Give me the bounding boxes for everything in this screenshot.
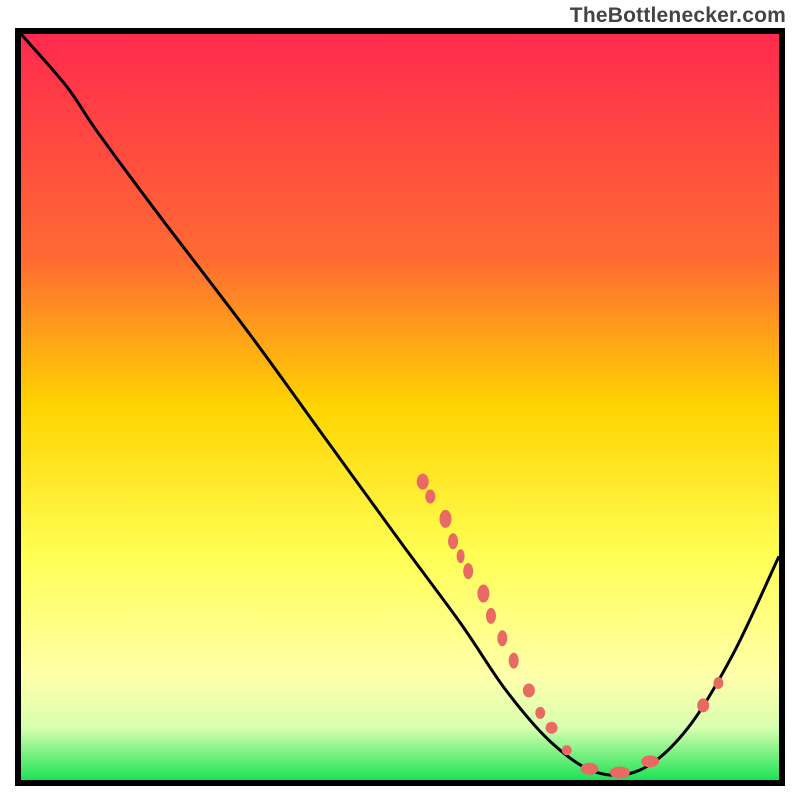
watermark-text: TheBottlenecker.com	[570, 4, 786, 28]
data-marker	[713, 677, 723, 689]
data-marker	[448, 533, 458, 549]
data-marker	[477, 585, 489, 603]
gradient-background	[21, 34, 779, 780]
data-marker	[425, 490, 435, 504]
chart-plot	[21, 34, 779, 780]
data-marker	[546, 722, 558, 734]
data-marker	[486, 608, 496, 624]
data-marker	[439, 510, 451, 528]
data-marker	[610, 767, 630, 779]
data-marker	[697, 698, 709, 712]
data-marker	[509, 653, 519, 669]
data-marker	[641, 755, 659, 767]
chart-frame	[15, 28, 785, 786]
data-marker	[417, 474, 429, 490]
data-marker	[497, 630, 507, 646]
data-marker	[463, 563, 473, 579]
data-marker	[523, 683, 535, 697]
chart-container: TheBottlenecker.com	[0, 0, 800, 800]
data-marker	[562, 745, 572, 755]
data-marker	[581, 763, 599, 775]
data-marker	[535, 707, 545, 719]
data-marker	[457, 549, 465, 563]
